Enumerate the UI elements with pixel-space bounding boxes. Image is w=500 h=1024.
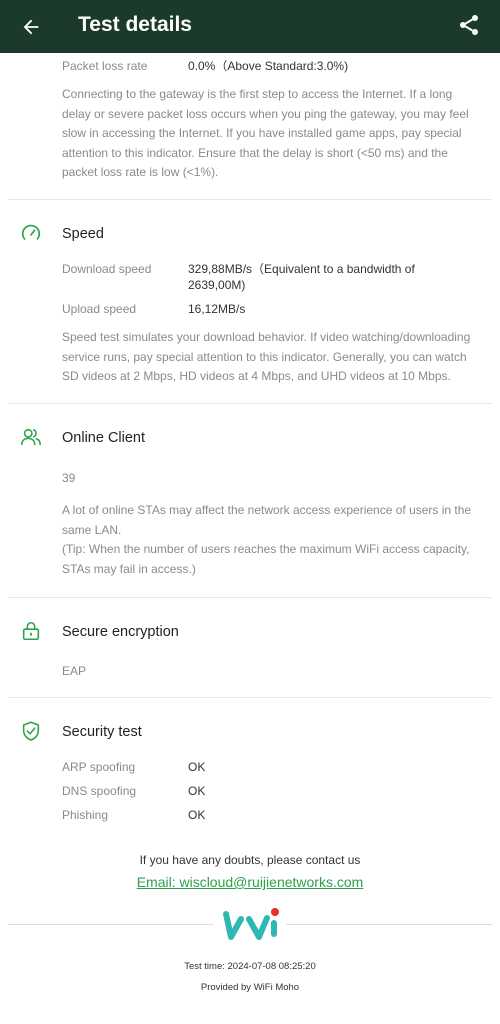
download-speed-label: Download speed [62, 262, 152, 276]
wifi-moho-logo [223, 908, 279, 940]
provided-by: Provided by WiFi Moho [200, 982, 300, 993]
contact-text: If you have any doubts, please contact u… [139, 853, 361, 867]
divider [8, 199, 492, 200]
speed-title: Speed [62, 226, 104, 242]
shield-check-icon [22, 721, 40, 741]
security-test-title: Security test [62, 724, 142, 740]
phishing-value: OK [188, 808, 206, 822]
secure-encryption-title: Secure encryption [62, 624, 179, 640]
email-link[interactable]: Email: wiscloud@ruijienetworks.com [0, 874, 500, 890]
download-speed-value: 329,88MB/s（Equivalent to a bandwidth of … [188, 262, 415, 292]
lock-icon [22, 621, 40, 641]
upload-speed-label: Upload speed [62, 302, 137, 316]
divider [286, 924, 492, 925]
packet-loss-label: Packet loss rate [62, 59, 148, 73]
online-client-tip: (Tip: When the number of users reaches t… [62, 542, 470, 576]
divider [8, 697, 492, 698]
app-bar: Test details [0, 0, 500, 53]
phishing-label: Phishing [62, 808, 109, 822]
divider [8, 403, 492, 404]
online-client-description: A lot of online STAs may affect the netw… [62, 503, 472, 537]
share-icon [460, 15, 478, 35]
online-client-count: 39 [62, 471, 76, 485]
online-client-title: Online Client [62, 430, 146, 446]
encryption-value: EAP [62, 664, 87, 678]
divider [8, 924, 214, 925]
dns-spoofing-value: OK [188, 784, 206, 798]
share-button[interactable] [454, 10, 484, 40]
speed-description: Speed test simulates your download behav… [62, 330, 471, 384]
test-time: Test time: 2024-07-08 08:25:20 [184, 961, 316, 972]
arp-spoofing-label: ARP spoofing [62, 760, 136, 774]
gateway-description: Connecting to the gateway is the first s… [62, 87, 469, 180]
dns-spoofing-label: DNS spoofing [62, 784, 137, 798]
speedometer-icon [21, 224, 41, 240]
upload-speed-value: 16,12MB/s [188, 302, 246, 316]
packet-loss-value: 0.0%（Above Standard:3.0%) [188, 59, 349, 73]
divider [8, 597, 492, 598]
page-title: Test details [78, 13, 192, 36]
back-button[interactable] [16, 12, 46, 42]
arp-spoofing-value: OK [188, 760, 206, 774]
arrow-left-icon [23, 19, 39, 35]
users-icon [21, 428, 41, 446]
